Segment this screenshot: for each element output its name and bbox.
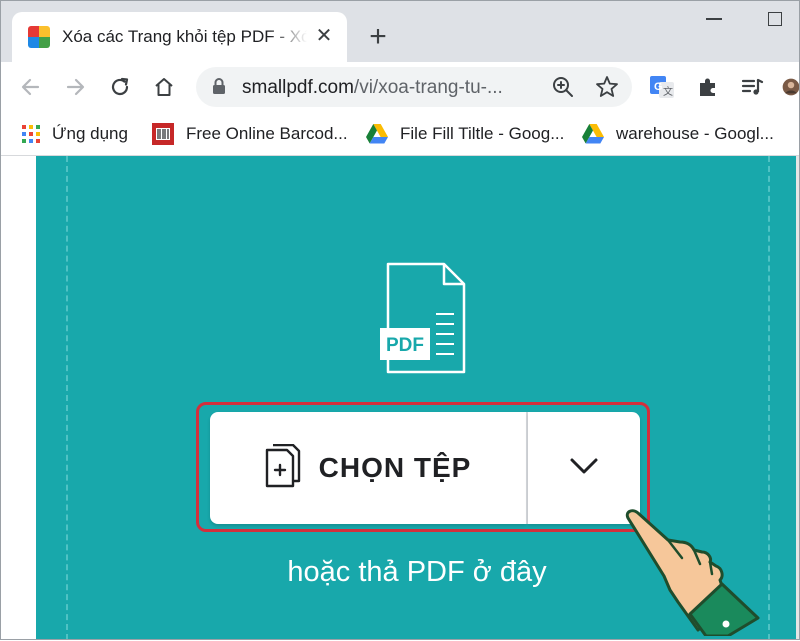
choose-file-button[interactable]: CHỌN TỆP	[210, 412, 526, 524]
bookmarks-bar: Ứng dụng Free Online Barcod... File Fill…	[0, 112, 800, 156]
lock-icon[interactable]	[212, 77, 226, 100]
pointing-hand-icon	[624, 506, 764, 641]
browser-tab[interactable]: Xóa các Trang khỏi tệp PDF - Xóa ✕	[12, 12, 347, 62]
bookmark-label: File Fill Tiltle - Goog...	[400, 124, 565, 143]
scrollbar[interactable]	[796, 156, 800, 640]
svg-text:G: G	[654, 81, 663, 93]
bookmark-star-icon[interactable]	[594, 74, 620, 105]
choose-file-label: CHỌN TỆP	[318, 452, 472, 483]
new-tab-button[interactable]: +	[364, 22, 392, 52]
address-bar[interactable]: smallpdf.com/vi/xoa-trang-tu-...	[196, 67, 632, 107]
tab-strip: Xóa các Trang khỏi tệp PDF - Xóa ✕ +	[0, 0, 800, 62]
zoom-icon[interactable]	[550, 74, 576, 105]
apps-grid-icon	[22, 125, 40, 143]
media-queue-icon[interactable]	[738, 73, 766, 101]
bookmark-barcode[interactable]: Free Online Barcod...	[152, 121, 348, 147]
bookmark-file-fill-title[interactable]: File Fill Tiltle - Goog...	[366, 121, 564, 147]
google-drive-icon	[366, 124, 388, 144]
bookmark-apps[interactable]: Ứng dụng	[22, 121, 128, 147]
forward-arrow-icon[interactable]	[62, 73, 90, 101]
url-text[interactable]: smallpdf.com/vi/xoa-trang-tu-...	[242, 77, 503, 99]
svg-text:文: 文	[663, 85, 673, 98]
home-icon[interactable]	[150, 73, 178, 101]
minimize-window-button[interactable]	[706, 18, 722, 20]
bookmark-label: Free Online Barcod...	[186, 124, 348, 143]
file-drop-zone[interactable]: PDF CHỌN TỆP hoặc thả PDF ở đây	[36, 156, 798, 640]
chevron-down-icon	[569, 457, 599, 480]
google-drive-icon	[582, 124, 604, 144]
pdf-badge-text: PDF	[386, 335, 424, 356]
reload-icon[interactable]	[106, 73, 134, 101]
url-host: smallpdf.com	[242, 77, 354, 98]
smallpdf-favicon-icon	[28, 26, 50, 48]
bookmark-label: warehouse - Googl...	[616, 124, 774, 143]
bookmark-label: Ứng dụng	[52, 124, 128, 143]
extensions-puzzle-icon[interactable]	[694, 73, 722, 101]
tab-close-icon[interactable]: ✕	[313, 25, 335, 47]
tab-title: Xóa các Trang khỏi tệp PDF - Xóa	[62, 27, 307, 46]
pdf-document-icon: PDF	[380, 256, 470, 381]
bookmark-warehouse[interactable]: warehouse - Googl...	[582, 121, 774, 147]
browser-toolbar: smallpdf.com/vi/xoa-trang-tu-... G文	[0, 62, 800, 112]
web-page: PDF CHỌN TỆP hoặc thả PDF ở đây	[0, 156, 800, 640]
barcode-favicon-icon	[152, 123, 174, 145]
maximize-window-button[interactable]	[768, 12, 782, 26]
profile-avatar[interactable]	[782, 73, 800, 101]
url-path: /vi/xoa-trang-tu-...	[353, 77, 503, 98]
back-arrow-icon[interactable]	[16, 73, 44, 101]
add-file-icon	[265, 443, 301, 493]
google-translate-icon[interactable]: G文	[648, 73, 676, 101]
